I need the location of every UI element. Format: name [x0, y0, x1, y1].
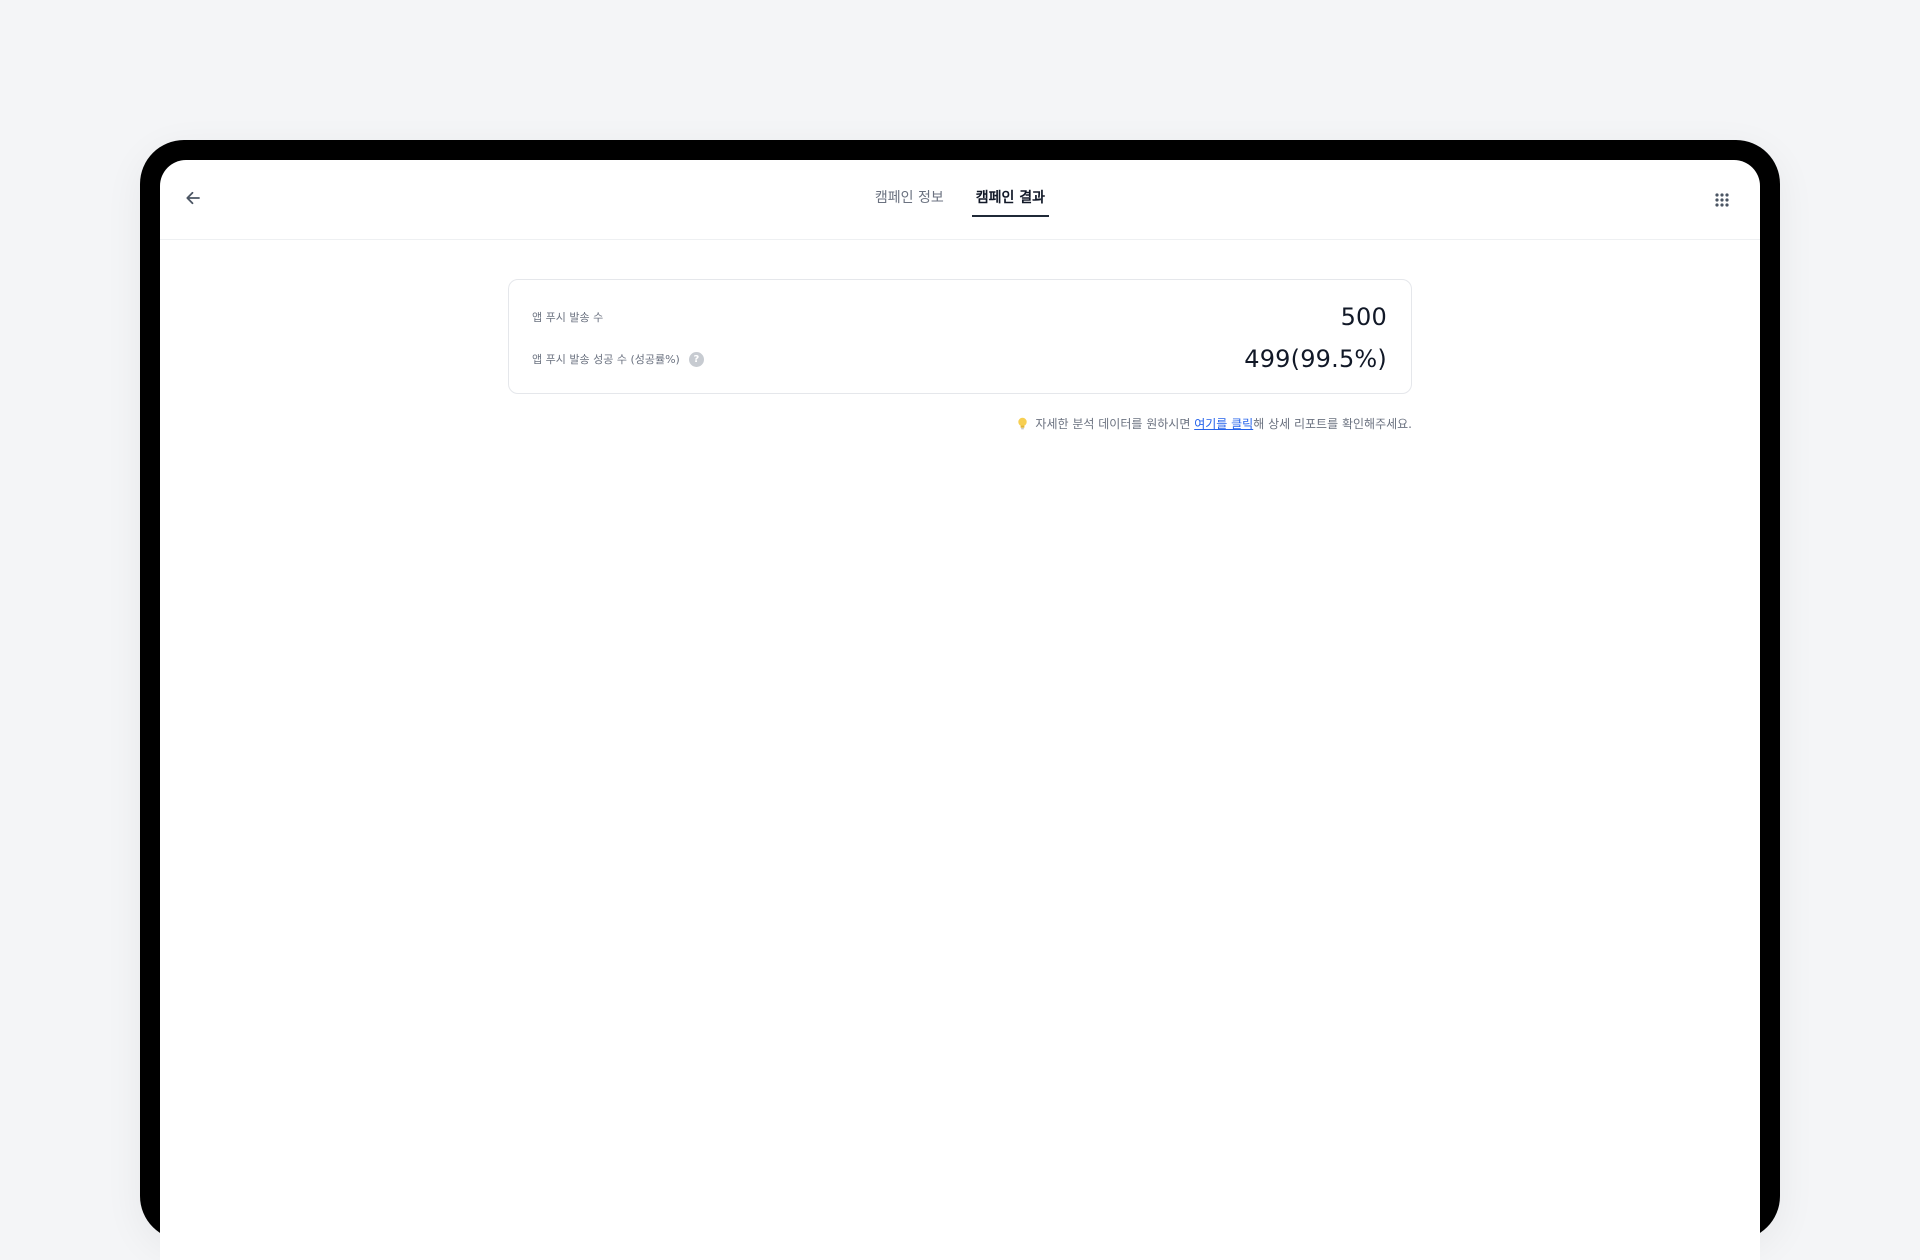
hint-text: 해 상세 리포트를 확인해주세요. — [1253, 417, 1412, 431]
report-link[interactable]: 여기를 클릭 — [1194, 417, 1253, 431]
stat-row-success: 앱 푸시 발송 성공 수 (성공률%) ? 499(99.5%) — [532, 342, 1387, 376]
tab-label: 캠페인 결과 — [975, 190, 1046, 206]
hint-text: 자세한 분석 데이터를 원하시면 — [1035, 417, 1195, 431]
lightbulb-icon — [1017, 417, 1032, 431]
help-icon[interactable]: ? — [688, 351, 704, 367]
result-content: 앱 푸시 발송 수 500 앱 푸시 발송 성공 수 (성공률%) ? 499(… — [508, 279, 1412, 432]
grid-dots-icon — [1712, 193, 1732, 214]
push-stats-card: 앱 푸시 발송 수 500 앱 푸시 발송 성공 수 (성공률%) ? 499(… — [508, 279, 1412, 394]
apps-menu-button[interactable] — [1712, 190, 1732, 210]
tab-campaign-info[interactable]: 캠페인 정보 — [871, 160, 948, 239]
tab-bar: 캠페인 정보 캠페인 결과 — [160, 160, 1760, 239]
tab-label: 캠페인 정보 — [874, 190, 944, 206]
device-frame: 캠페인 정보 캠페인 결과 앱 푸시 발송 수 500 앱 푸시 발송 성공 수… — [140, 140, 1780, 1260]
active-tab-indicator — [971, 215, 1050, 217]
app-screen: 캠페인 정보 캠페인 결과 앱 푸시 발송 수 500 앱 푸시 발송 성공 수… — [160, 160, 1760, 1260]
stat-label: 앱 푸시 발송 성공 수 (성공률%) — [532, 353, 680, 366]
stat-label: 앱 푸시 발송 수 — [532, 311, 604, 324]
tab-campaign-result[interactable]: 캠페인 결과 — [971, 160, 1050, 239]
stat-label-wrapper: 앱 푸시 발송 성공 수 (성공률%) ? — [532, 351, 704, 367]
stat-row-sent: 앱 푸시 발송 수 500 — [532, 300, 1387, 334]
top-navigation: 캠페인 정보 캠페인 결과 — [160, 160, 1760, 240]
stat-value: 500 — [1340, 303, 1387, 331]
report-hint: 자세한 분석 데이터를 원하시면 여기를 클릭해 상세 리포트를 확인해주세요. — [508, 415, 1412, 432]
stat-value: 499(99.5%) — [1244, 345, 1387, 373]
